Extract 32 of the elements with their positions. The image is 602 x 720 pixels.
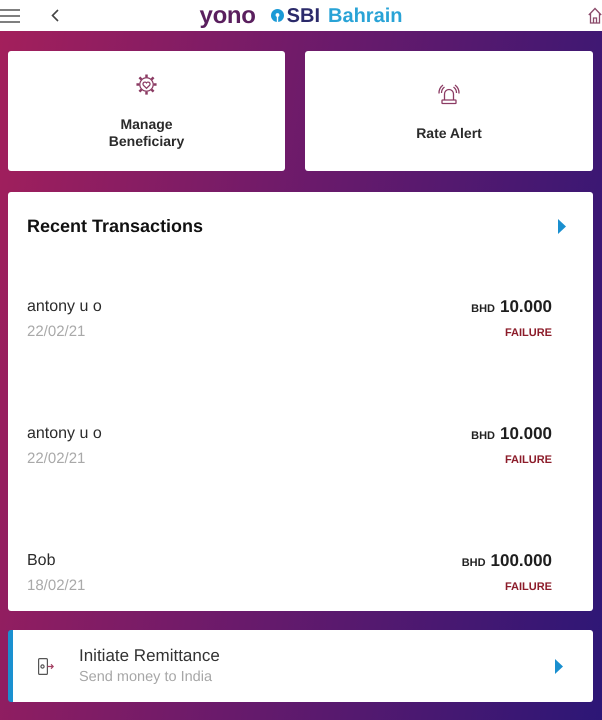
payee-name: Bob bbox=[27, 551, 56, 571]
section-title: Recent Transactions bbox=[27, 215, 204, 238]
remittance-card[interactable]: Initiate Remittance Send money to India bbox=[8, 630, 593, 702]
remittance-subtitle: Send money to India bbox=[79, 668, 214, 686]
brand-name: yono bbox=[200, 2, 256, 30]
bank-name: SBI bbox=[286, 4, 320, 28]
remittance-title: Initiate Remittance bbox=[79, 646, 221, 666]
currency-label: BHD bbox=[471, 302, 495, 317]
status-label: FAILURE bbox=[504, 453, 552, 468]
device-arrow-icon bbox=[38, 658, 54, 674]
amount-value: 100.000 bbox=[490, 551, 552, 571]
currency-label: BHD bbox=[471, 429, 495, 444]
menu-icon[interactable] bbox=[0, 8, 20, 22]
amount-value: 10.000 bbox=[500, 297, 552, 317]
payee-name: antony u o bbox=[27, 297, 103, 317]
gear-heart-icon bbox=[135, 72, 158, 96]
home-icon[interactable] bbox=[588, 7, 602, 24]
status-label: FAILURE bbox=[504, 580, 552, 595]
action-tile[interactable]: Manage Beneficiary bbox=[8, 51, 285, 171]
logo-icon bbox=[270, 9, 284, 22]
payee-name: antony u o bbox=[27, 424, 103, 444]
arrow-right-icon bbox=[555, 658, 563, 674]
back-icon[interactable] bbox=[51, 9, 59, 22]
transaction-date: 22/02/21 bbox=[27, 450, 86, 468]
currency-label: BHD bbox=[462, 556, 486, 571]
status-label: FAILURE bbox=[504, 326, 552, 341]
amount-value: 10.000 bbox=[500, 424, 552, 444]
region-name: Bahrain bbox=[328, 4, 402, 28]
arrow-right-icon[interactable] bbox=[558, 218, 566, 234]
transaction-date: 22/02/21 bbox=[27, 323, 86, 341]
action-tile[interactable]: Rate Alert bbox=[305, 51, 593, 171]
transaction-date: 18/02/21 bbox=[27, 577, 86, 595]
